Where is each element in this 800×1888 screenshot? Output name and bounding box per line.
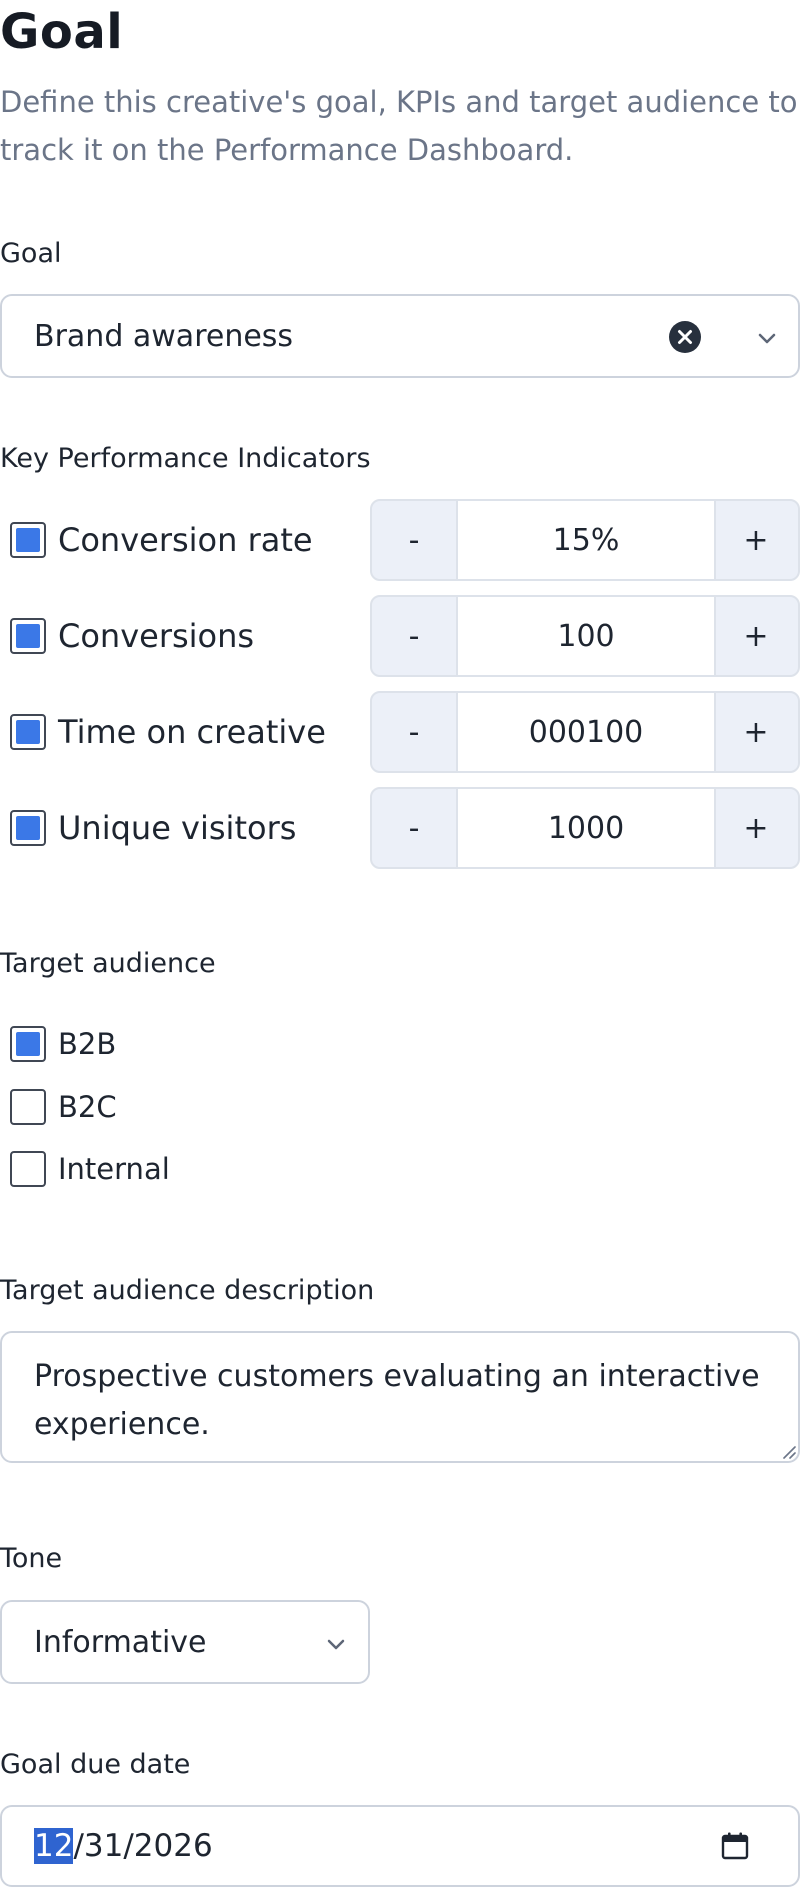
calendar-icon[interactable] [720, 1831, 750, 1861]
chevron-down-icon[interactable] [324, 1632, 348, 1656]
kpi-row-conversion-rate: Conversion rate - 15% + [0, 499, 800, 581]
audience-description-label: Target audience description [0, 1275, 375, 1306]
kpi-value-input[interactable]: 15% [456, 501, 716, 579]
kpi-section-label: Key Performance Indicators [0, 443, 371, 474]
audience-description-text: Prospective customers evaluating an inte… [34, 1359, 760, 1442]
due-date-label: Goal due date [0, 1749, 191, 1780]
audience-option-internal[interactable]: Internal [0, 1144, 400, 1194]
kpi-value-input[interactable]: 1000 [456, 789, 716, 867]
kpi-stepper: - 1000 + [370, 787, 800, 869]
audience-checkbox-b2b[interactable] [10, 1026, 46, 1062]
decrement-button[interactable]: - [372, 501, 456, 579]
audience-label: Target audience [0, 948, 216, 979]
due-date-month-segment[interactable]: 12 [34, 1828, 74, 1864]
audience-option-label: B2C [58, 1090, 117, 1124]
decrement-button[interactable]: - [372, 789, 456, 867]
goal-select[interactable]: Brand awareness [0, 294, 800, 378]
increment-button[interactable]: + [714, 501, 798, 579]
tone-select[interactable]: Informative [0, 1600, 370, 1684]
kpi-label: Time on creative [58, 713, 326, 751]
due-date-input[interactable]: 12/31/2026 [0, 1805, 800, 1887]
kpi-row-conversions: Conversions - 100 + [0, 595, 800, 677]
kpi-stepper: - 15% + [370, 499, 800, 581]
audience-checkbox-internal[interactable] [10, 1151, 46, 1187]
resize-handle-icon[interactable] [780, 1443, 796, 1459]
kpi-label: Unique visitors [58, 809, 297, 847]
chevron-down-icon[interactable] [755, 326, 779, 350]
clear-icon[interactable] [668, 320, 702, 354]
tone-selected-value: Informative [34, 1624, 207, 1660]
kpi-checkbox-unique-visitors[interactable] [10, 810, 46, 846]
audience-option-b2c[interactable]: B2C [0, 1082, 400, 1132]
goal-settings-page: Goal Define this creative's goal, KPIs a… [0, 0, 800, 1888]
kpi-checkbox-conversions[interactable] [10, 618, 46, 654]
audience-option-label: Internal [58, 1152, 170, 1186]
kpi-row-unique-visitors: Unique visitors - 1000 + [0, 787, 800, 869]
kpi-stepper: - 100 + [370, 595, 800, 677]
audience-checkbox-b2c[interactable] [10, 1089, 46, 1125]
goal-selected-value: Brand awareness [34, 318, 294, 354]
kpi-label: Conversions [58, 617, 255, 655]
tone-label: Tone [0, 1543, 63, 1574]
kpi-row-time-on-creative: Time on creative - 000100 + [0, 691, 800, 773]
due-date-rest: /31/2026 [73, 1828, 213, 1864]
increment-button[interactable]: + [714, 597, 798, 675]
kpi-label: Conversion rate [58, 521, 313, 559]
goal-label: Goal [0, 238, 62, 269]
increment-button[interactable]: + [714, 789, 798, 867]
page-title: Goal [0, 4, 124, 60]
kpi-value-input[interactable]: 000100 [456, 693, 716, 771]
audience-description-textarea[interactable]: Prospective customers evaluating an inte… [0, 1331, 800, 1463]
page-description: Define this creative's goal, KPIs and ta… [0, 85, 798, 167]
audience-option-b2b[interactable]: B2B [0, 1019, 400, 1069]
kpi-checkbox-conversion-rate[interactable] [10, 522, 46, 558]
kpi-value-input[interactable]: 100 [456, 597, 716, 675]
increment-button[interactable]: + [714, 693, 798, 771]
due-date-value: 12/31/2026 [34, 1807, 213, 1885]
decrement-button[interactable]: - [372, 597, 456, 675]
decrement-button[interactable]: - [372, 693, 456, 771]
kpi-stepper: - 000100 + [370, 691, 800, 773]
kpi-checkbox-time-on-creative[interactable] [10, 714, 46, 750]
audience-option-label: B2B [58, 1027, 117, 1061]
